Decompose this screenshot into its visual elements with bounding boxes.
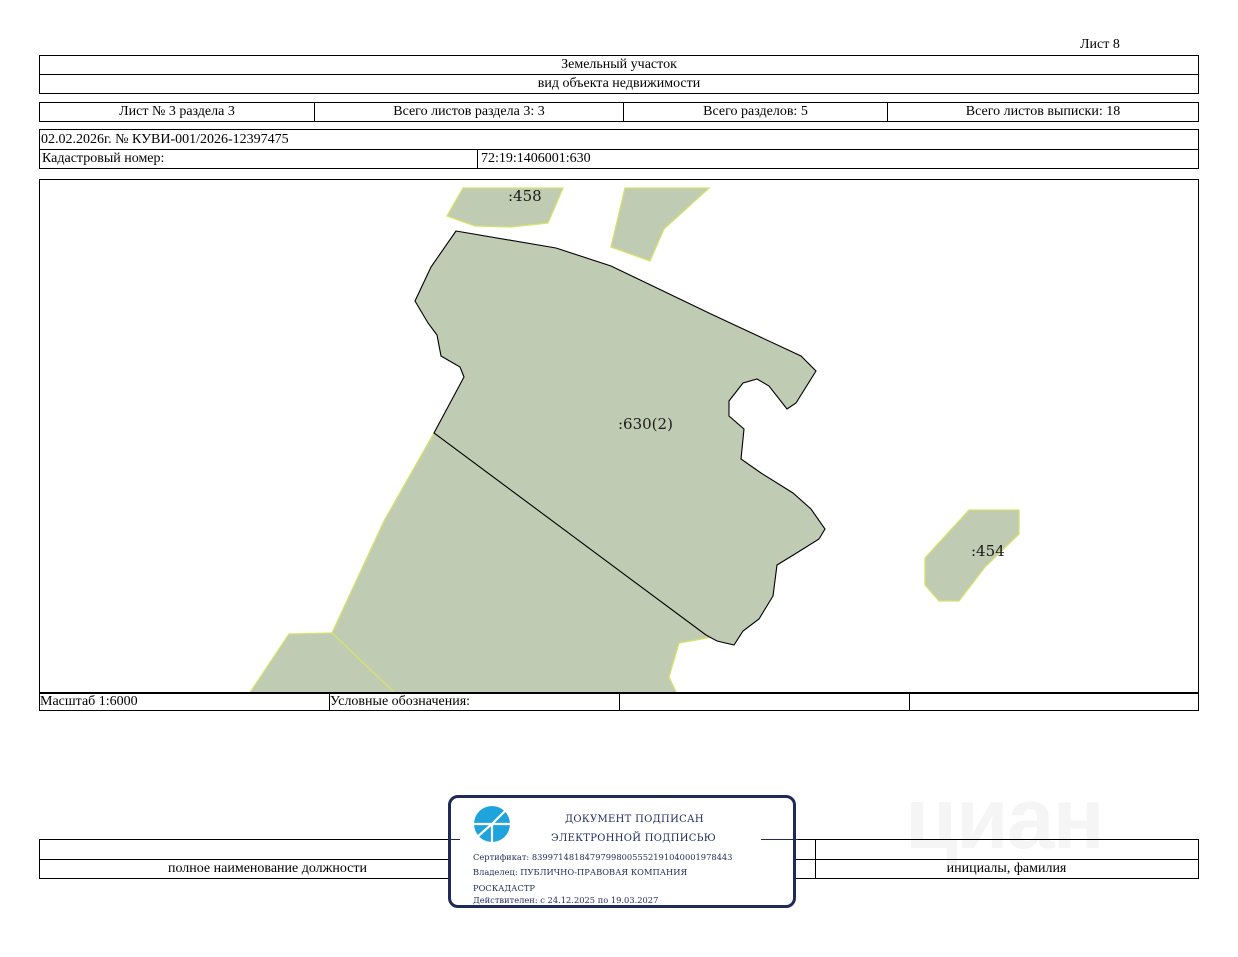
stamp-owner-line1: Владелец: ПУБЛИЧНО-ПРАВОВАЯ КОМПАНИЯ xyxy=(473,867,688,877)
stamp-certificate: Сертификат: 8399714818479799800555219104… xyxy=(473,852,733,862)
position-caption: полное наименование должности xyxy=(167,861,368,876)
parcel-label-630: :630(2) xyxy=(618,415,673,433)
roskadastr-logo-icon xyxy=(474,806,510,842)
cadastral-map: :458 :630(2) :454 xyxy=(39,179,1199,693)
parcel-label-454: :454 xyxy=(971,542,1005,560)
legend-row: Масштаб 1:6000 Условные обозначения: xyxy=(39,693,1199,711)
name-caption: инициалы, фамилия xyxy=(946,861,1067,876)
stamp-owner-line2: РОСКАДАСТР xyxy=(473,883,535,893)
stamp-title-line2: ЭЛЕКТРОННОЙ ПОДПИСЬЮ xyxy=(551,833,716,844)
legend-cell-empty-2 xyxy=(910,694,1198,710)
parcel-north-sliver xyxy=(610,187,711,262)
stamp-validity: Действителен: с 24.12.2025 по 19.03.2027 xyxy=(473,895,659,905)
object-title: Земельный участок xyxy=(40,56,1198,75)
total-sheets-extract: Всего листов выписки: 18 xyxy=(965,104,1121,119)
stamp-title-line1: ДОКУМЕНТ ПОДПИСАН xyxy=(565,814,704,825)
map-drawing: :458 :630(2) :454 xyxy=(249,187,1020,692)
sheet-number: Лист 8 xyxy=(1080,37,1120,52)
signature-stamp: ДОКУМЕНТ ПОДПИСАН ЭЛЕКТРОННОЙ ПОДПИСЬЮ С… xyxy=(448,795,798,908)
parcel-458 xyxy=(446,187,564,228)
sheet-info-row: Лист № 3 раздела 3 Всего листов раздела … xyxy=(39,102,1199,122)
cadastral-label: Кадастровый номер: xyxy=(40,150,478,168)
cadastral-number: 72:19:1406001:630 xyxy=(481,151,591,166)
sheet-of-section: Лист № 3 раздела 3 xyxy=(40,103,315,121)
map-scale: Масштаб 1:6000 xyxy=(40,694,330,710)
doc-info: 02.02.2026г. № КУВИ-001/2026-12397475 Ка… xyxy=(39,129,1199,169)
total-sheets-section: Всего листов раздела 3: 3 xyxy=(315,103,624,121)
doc-reference: 02.02.2026г. № КУВИ-001/2026-12397475 xyxy=(40,130,1198,150)
legend-cell-empty-1 xyxy=(620,694,910,710)
legend-label: Условные обозначения: xyxy=(330,694,620,710)
parcel-label-458: :458 xyxy=(508,187,542,205)
object-header: Земельный участок вид объекта недвижимос… xyxy=(39,55,1199,94)
total-sections: Всего разделов: 5 xyxy=(624,103,888,121)
object-subtitle: вид объекта недвижимости xyxy=(537,76,701,91)
